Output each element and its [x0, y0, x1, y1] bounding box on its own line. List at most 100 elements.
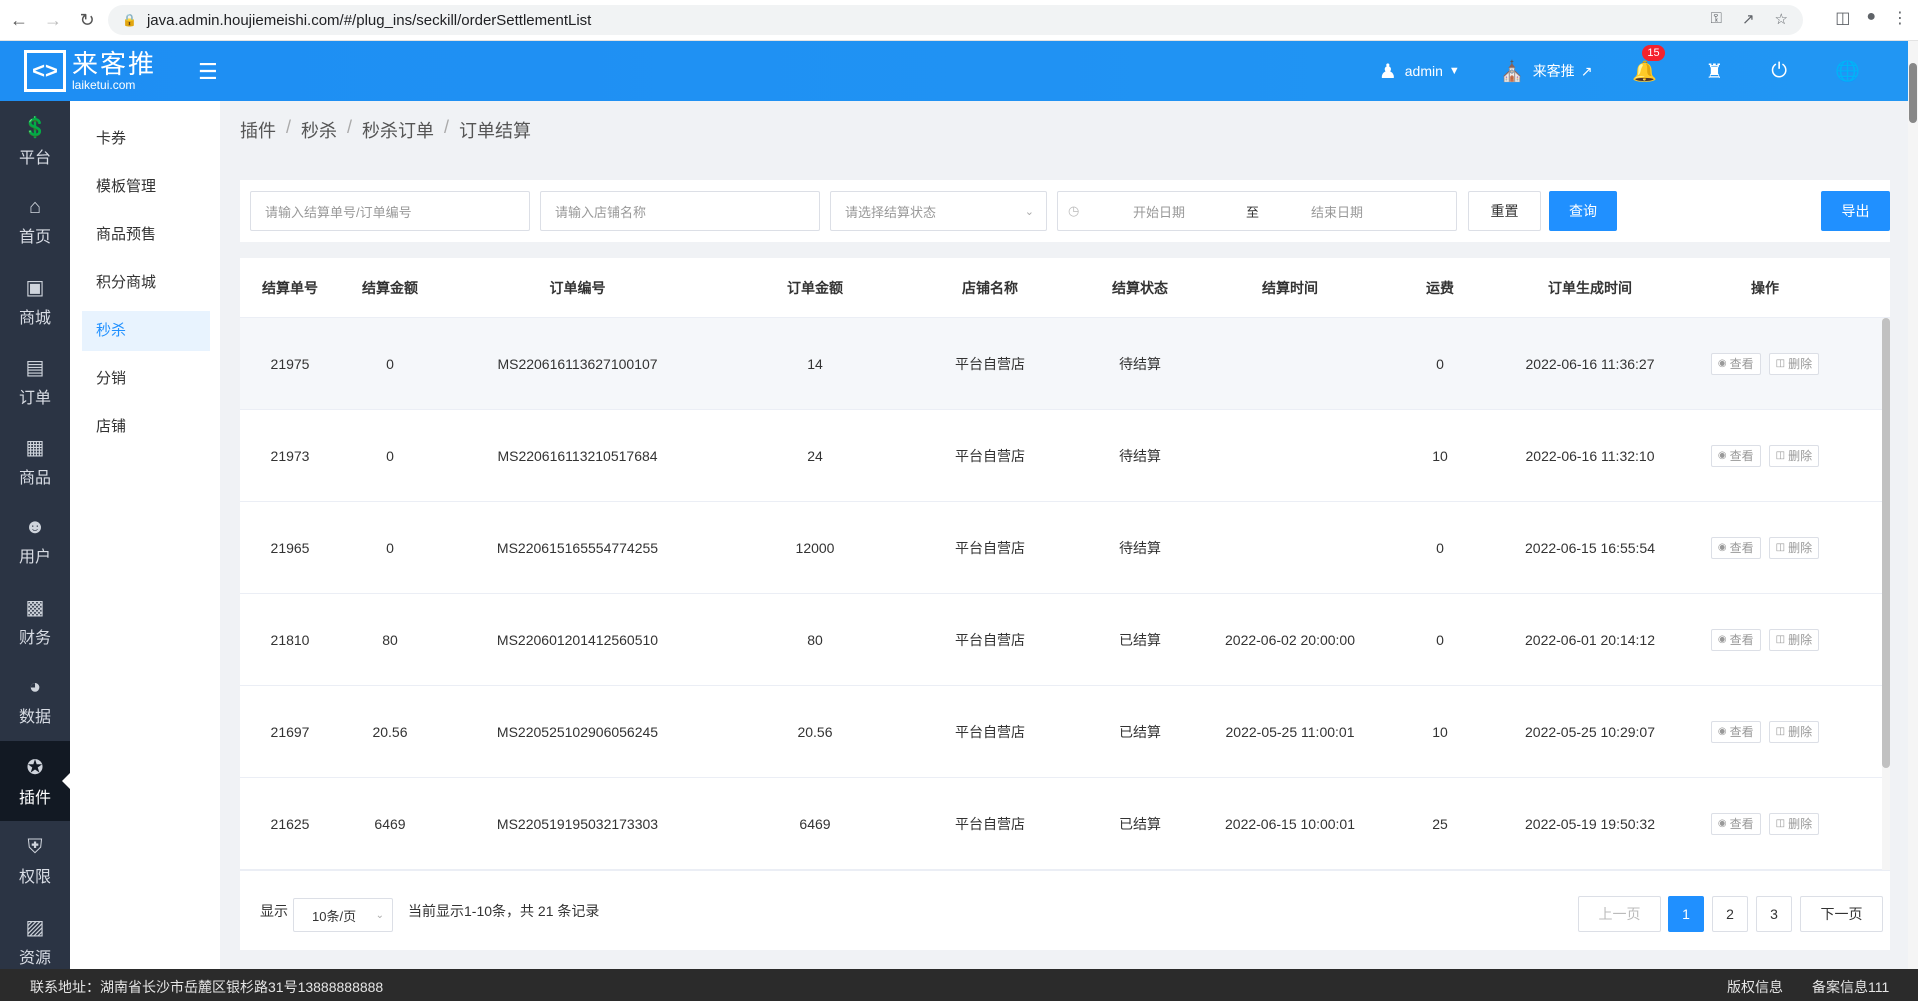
date-range-picker[interactable]: ◷ 开始日期 至 结束日期 [1057, 191, 1457, 231]
subnav-item-templates[interactable]: 模板管理 [82, 167, 210, 207]
actions-cell: ◉ 查看 ◫ 删除 [1665, 686, 1865, 777]
eye-icon: ◉ [1717, 542, 1727, 553]
sidebar-item-orders[interactable]: ▤ 订单 [0, 341, 70, 421]
delete-button[interactable]: ◫ 删除 [1768, 352, 1820, 375]
table-scrollbar[interactable] [1882, 318, 1890, 950]
view-button[interactable]: ◉ 查看 [1710, 352, 1761, 375]
actions-cell: ◉ 查看 ◫ 删除 [1665, 318, 1865, 409]
address-bar[interactable]: 🔒 java.admin.houjiemeishi.com/#/plug_ins… [108, 5, 1803, 35]
back-icon[interactable]: ← [4, 5, 34, 35]
user-name: admin [1404, 63, 1443, 79]
view-button[interactable]: ◉ 查看 [1710, 720, 1761, 743]
view-button[interactable]: ◉ 查看 [1710, 812, 1761, 835]
table-cell: 21697 [270, 723, 310, 740]
sidebar-item-platform[interactable]: 💲 平台 [0, 101, 70, 181]
delete-button[interactable]: ◫ 删除 [1768, 812, 1820, 835]
reload-icon[interactable]: ↻ [72, 5, 102, 35]
breadcrumb-item[interactable]: 秒杀订单 [362, 117, 434, 143]
star-icon[interactable]: ☆ [1775, 10, 1788, 28]
table-cell: 平台自营店 [955, 355, 1025, 372]
order-number-input[interactable]: 请输入结算单号/订单编号 [250, 191, 530, 231]
settlement-status-select[interactable]: 请选择结算状态 ⌄ [830, 191, 1047, 231]
notification-button[interactable]: 🔔 15 [1632, 44, 1665, 84]
table-header: 结算单号 结算金额 订单编号 订单金额 店铺名称 结算状态 结算时间 运费 订单… [240, 258, 1890, 318]
sidebar-item-plugins[interactable]: ✪ 插件 [0, 741, 70, 821]
table-cell: 21625 [270, 815, 310, 832]
table-cell: 待结算 [1119, 539, 1161, 556]
sidebar-item-permissions[interactable]: ⛨ 权限 [0, 821, 70, 901]
store-icon: ▣ [25, 276, 45, 299]
table-cell: 80 [382, 631, 398, 648]
next-page-button[interactable]: 下一页 [1800, 896, 1883, 932]
table-cell: 6469 [799, 815, 831, 832]
subnav-item-seckill[interactable]: 秒杀 [82, 311, 210, 351]
key-icon[interactable]: ⚿ [1711, 10, 1722, 28]
breadcrumb-item[interactable]: 秒杀 [301, 117, 337, 143]
breadcrumb-item[interactable]: 插件 [240, 117, 276, 143]
user-menu[interactable]: ♟ admin ▼ [1379, 59, 1460, 84]
store-name-input[interactable]: 请输入店铺名称 [540, 191, 820, 231]
sidebar-toggle-icon[interactable]: ◫ [1835, 8, 1850, 28]
table-cell [1215, 410, 1365, 501]
notification-badge: 15 [1642, 44, 1665, 61]
actions-cell: ◉ 查看 ◫ 删除 [1665, 502, 1865, 593]
table-cell: 待结算 [1119, 355, 1161, 372]
subnav-item-stores[interactable]: 店铺 [82, 407, 210, 447]
delete-button[interactable]: ◫ 删除 [1768, 628, 1820, 651]
sidebar-item-finance[interactable]: ▩ 财务 [0, 581, 70, 661]
wallet-icon: ▩ [25, 596, 45, 619]
page-button[interactable]: 2 [1712, 896, 1748, 932]
delete-button[interactable]: ◫ 删除 [1768, 720, 1820, 743]
chevron-down-icon: ▼ [1448, 65, 1460, 77]
subnav-item-points-mall[interactable]: 积分商城 [82, 263, 210, 303]
page-button[interactable]: 1 [1668, 896, 1704, 932]
record-link[interactable]: 备案信息111 [1812, 977, 1889, 997]
sidebar-item-users[interactable]: ☻ 用户 [0, 501, 70, 581]
skin-button[interactable]: ♜ [1705, 59, 1731, 84]
page-size-select[interactable]: 10条/页 ⌄ [293, 898, 393, 932]
user-avatar-icon: ♟ [1378, 60, 1397, 83]
view-button[interactable]: ◉ 查看 [1710, 536, 1761, 559]
subnav-item-distribution[interactable]: 分销 [82, 359, 210, 399]
query-button[interactable]: 查询 [1549, 191, 1617, 231]
box-icon: ▦ [25, 436, 45, 459]
share-icon[interactable]: ↗ [1742, 10, 1755, 28]
column-header: 操作 [1751, 279, 1779, 296]
pie-chart-icon: ◕ [28, 675, 42, 698]
copyright-link[interactable]: 版权信息 [1727, 977, 1783, 997]
url-text: java.admin.houjiemeishi.com/#/plug_ins/s… [146, 11, 592, 29]
sidebar-item-goods[interactable]: ▦ 商品 [0, 421, 70, 501]
table-cell: 平台自营店 [955, 815, 1025, 832]
forward-icon[interactable]: → [38, 5, 68, 35]
table-cell: 0 [386, 447, 394, 464]
column-header: 订单生成时间 [1548, 279, 1632, 296]
sidebar-item-home[interactable]: ⌂ 首页 [0, 181, 70, 261]
table-cell: 0 [1436, 631, 1444, 648]
menu-toggle-icon[interactable]: ☰ [198, 59, 218, 85]
logo[interactable]: <> 来客推 laiketui.com [24, 50, 156, 92]
export-button[interactable]: 导出 [1821, 191, 1890, 231]
language-button[interactable]: 🌐 [1835, 59, 1868, 84]
table-cell [1215, 502, 1365, 593]
logout-button[interactable]: ⏻ [1771, 60, 1795, 83]
trash-icon: ◫ [1775, 542, 1786, 553]
store-link[interactable]: ⛪ 来客推 ↗ [1500, 59, 1593, 84]
page-scrollbar[interactable] [1908, 41, 1918, 1001]
more-icon[interactable]: ⋮ [1892, 8, 1908, 28]
table-row: 21975 0 MS220616113627100107 14 平台自营店 待结算 0 202… [240, 318, 1890, 410]
view-button[interactable]: ◉ 查看 [1710, 444, 1761, 467]
sidebar-item-data[interactable]: ◕ 数据 [0, 661, 70, 741]
prev-page-button[interactable]: 上一页 [1578, 896, 1661, 932]
reset-button[interactable]: 重置 [1468, 191, 1541, 231]
subnav-item-coupons[interactable]: 卡券 [82, 119, 210, 159]
delete-button[interactable]: ◫ 删除 [1768, 444, 1820, 467]
view-button[interactable]: ◉ 查看 [1710, 628, 1761, 651]
profile-icon[interactable]: ● [1866, 8, 1876, 28]
table-cell: 0 [386, 539, 394, 556]
table-cell: 2022-06-01 20:14:12 [1525, 631, 1655, 648]
page-button[interactable]: 3 [1756, 896, 1792, 932]
subnav-item-presale[interactable]: 商品预售 [82, 215, 210, 255]
column-header: 结算时间 [1262, 279, 1318, 296]
delete-button[interactable]: ◫ 删除 [1768, 536, 1820, 559]
sidebar-item-mall[interactable]: ▣ 商城 [0, 261, 70, 341]
